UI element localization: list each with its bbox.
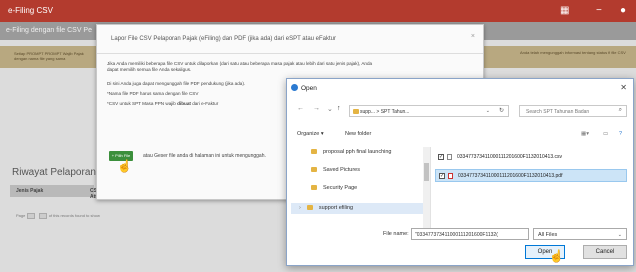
folder-icon	[306, 205, 313, 211]
tree-item-label: support efiling	[318, 205, 354, 211]
chevron-down-icon: ⌄	[617, 232, 622, 238]
drag-drop-hint: atau Geser file anda di halaman ini untu…	[143, 153, 266, 159]
pdf-file-icon	[448, 173, 453, 179]
history-title: Riwayat Pelaporan	[12, 167, 96, 178]
instruction-text-3: *Nama file PDF harus sama dengan file CS…	[107, 91, 199, 96]
file-row-csv[interactable]: ✓ 033477373411000111201600F1132010413.cs…	[435, 151, 627, 164]
folder-icon	[311, 167, 317, 173]
pager-text: of this records found to show	[48, 213, 100, 219]
address-path: supp... > SPT Tahun...	[360, 109, 410, 115]
app-header: e-Filing CSV ▦ − ●	[0, 0, 636, 22]
app-icon	[291, 84, 298, 91]
file-list: ✓ 033477373411000111201600F1132010413.cs…	[435, 149, 631, 229]
prev-page-button[interactable]	[27, 213, 36, 219]
pager: Page of this records found to show	[16, 213, 100, 219]
close-icon[interactable]: ×	[471, 33, 475, 40]
tree-item-security-page[interactable]: Security Page	[311, 185, 357, 191]
instruction-text-4-prefix: *CSV untuk SPT Masa PPN wajib	[107, 101, 178, 106]
minus-icon[interactable]: −	[596, 5, 602, 16]
new-folder-button[interactable]: New folder	[345, 131, 371, 137]
refresh-icon[interactable]: ↻	[499, 107, 504, 114]
expand-chevron-icon[interactable]: ›	[299, 205, 301, 211]
instruction-text-4: *CSV untuk SPT Masa PPN wajib dibuat dar…	[107, 101, 218, 107]
app-title: e-Filing CSV	[8, 6, 53, 15]
tree-item-support-efiling[interactable]: › support efiling	[299, 205, 353, 211]
tree-item-proposal[interactable]: proposal pph final launching	[311, 149, 392, 155]
file-name: 033477373411000111201600F1132010413.csv	[457, 154, 563, 160]
folder-icon	[311, 149, 317, 155]
search-placeholder: Search SPT Tahunan Badan	[526, 109, 590, 115]
recent-chevron-icon[interactable]: ⌄	[327, 105, 333, 113]
cancel-button[interactable]: Cancel	[583, 245, 627, 259]
breadcrumb-support[interactable]: supp...	[360, 109, 375, 115]
address-dropdown-icon[interactable]: ⌄	[486, 108, 490, 114]
navigation-bar: ← → ⌄ ↑ supp... > SPT Tahun... ⌄ ↻ Searc…	[287, 101, 633, 121]
help-icon[interactable]: ?	[619, 131, 622, 137]
tree-scrollbar[interactable]	[423, 147, 430, 231]
search-icon[interactable]: ⌕	[619, 107, 622, 114]
notice-text-right: Anda telah mengunggah informasi tentang …	[520, 50, 626, 55]
tree-item-label: Security Page	[323, 185, 358, 191]
hand-cursor-icon: ☝	[549, 249, 564, 263]
open-dialog-title: Open	[301, 85, 317, 92]
instruction-text-4-bold: dibuat	[177, 101, 191, 106]
folder-icon	[311, 185, 317, 191]
tree-item-label: Saved Pictures	[323, 167, 360, 173]
breadcrumb-spt-tahunan[interactable]: SPT Tahun...	[381, 109, 410, 115]
search-input[interactable]: Search SPT Tahunan Badan ⌕	[519, 105, 627, 117]
file-type-value: All Files	[538, 232, 558, 238]
back-arrow-icon[interactable]: ←	[297, 105, 304, 112]
scrollbar-thumb[interactable]	[424, 163, 429, 181]
csv-file-icon	[447, 154, 452, 160]
file-row-pdf[interactable]: ✓ 033477373411000111201600F1132010413.pd…	[435, 169, 627, 182]
up-arrow-icon[interactable]: ↑	[337, 105, 341, 112]
address-bar[interactable]: supp... > SPT Tahun... ⌄ ↻	[349, 105, 509, 117]
instruction-text-1: Jika Anda memiliki beberapa file CSV unt…	[107, 61, 373, 72]
tree-item-saved-pictures[interactable]: Saved Pictures	[311, 167, 360, 173]
preview-pane-icon[interactable]: ▭	[603, 131, 608, 137]
toolbar: Organize ▾ New folder ▦▾ ▭ ?	[287, 127, 633, 143]
file-name-input[interactable]: "033477373411000111201600F1132(	[411, 228, 529, 240]
grid-icon[interactable]: ▦	[560, 5, 569, 16]
file-checkbox[interactable]: ✓	[438, 154, 444, 160]
navigation-tree: proposal pph final launching Saved Pictu…	[291, 147, 431, 231]
history-table-header: Jenis Pajak CSV & File Attachment	[10, 185, 118, 200]
instruction-text-2: Di sini Anda juga dapat mengunggah file …	[107, 81, 246, 86]
file-name-label: File name:	[383, 231, 409, 237]
file-name-row: File name: "033477373411000111201600F113…	[287, 227, 633, 243]
file-type-select[interactable]: All Files ⌄	[533, 228, 627, 240]
divider	[97, 53, 483, 54]
view-options-icon[interactable]: ▦▾	[581, 131, 589, 137]
page-number-input[interactable]	[38, 213, 47, 219]
user-icon[interactable]: ●	[620, 5, 626, 16]
dialog-title: Lapor File CSV Pelaporan Pajak (eFiling)…	[111, 36, 336, 42]
page-label: Page	[16, 213, 26, 219]
folder-icon	[353, 109, 359, 114]
tree-item-label: proposal pph final launching	[323, 149, 392, 155]
page-title: e-Filing dengan file CSV Pe	[6, 27, 92, 34]
open-file-dialog: Open ✕ ← → ⌄ ↑ supp... > SPT Tahun... ⌄ …	[286, 78, 634, 266]
file-checkbox[interactable]: ✓	[439, 173, 445, 179]
hand-cursor-icon: ☝	[117, 159, 132, 173]
file-name: 033477373411000111201600F1132010413.pdf	[458, 173, 563, 179]
notice-text-left: Setiap PROMPT PROMPT Wajib Pajak dengan …	[14, 51, 84, 61]
organize-menu[interactable]: Organize ▾	[297, 131, 324, 137]
column-jenis-pajak: Jenis Pajak	[16, 188, 44, 194]
forward-arrow-icon[interactable]: →	[313, 105, 320, 112]
close-icon[interactable]: ✕	[620, 83, 627, 92]
instruction-text-4-suffix: dari e-Faktur	[190, 101, 219, 106]
